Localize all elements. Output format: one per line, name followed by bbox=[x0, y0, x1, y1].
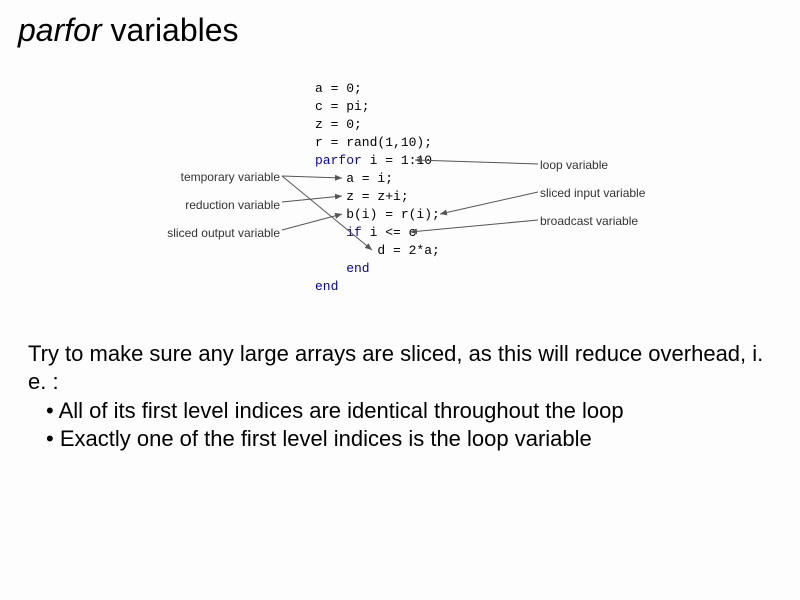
label-loop: loop variable bbox=[540, 158, 680, 172]
code-l4: r = rand(1,10); bbox=[315, 135, 432, 150]
code-l1: a = 0; bbox=[315, 81, 362, 96]
bullet-2: Exactly one of the first level indices i… bbox=[28, 425, 772, 453]
code-l3: z = 0; bbox=[315, 117, 362, 132]
code-l5b: i = 1:10 bbox=[362, 153, 432, 168]
code-l8: b(i) = r(i); bbox=[315, 207, 440, 222]
code-l12: end bbox=[315, 279, 338, 294]
body-paragraph: Try to make sure any large arrays are sl… bbox=[28, 340, 772, 395]
code-block: a = 0; c = pi; z = 0; r = rand(1,10); pa… bbox=[315, 80, 440, 296]
code-l10: d = 2*a; bbox=[315, 243, 440, 258]
code-l11: end bbox=[315, 261, 370, 276]
labels-right: loop variable sliced input variable broa… bbox=[540, 158, 680, 242]
body-bullets: All of its first level indices are ident… bbox=[28, 397, 772, 452]
label-reduction: reduction variable bbox=[140, 198, 280, 212]
label-sliced-input: sliced input variable bbox=[540, 186, 680, 200]
code-l7: z = z+i; bbox=[315, 189, 409, 204]
labels-left: temporary variable reduction variable sl… bbox=[140, 170, 280, 254]
code-l5a: parfor bbox=[315, 153, 362, 168]
code-diagram: a = 0; c = pi; z = 0; r = rand(1,10); pa… bbox=[140, 80, 660, 310]
bullet-1: All of its first level indices are ident… bbox=[28, 397, 772, 425]
label-broadcast: broadcast variable bbox=[540, 214, 680, 228]
code-l6: a = i; bbox=[315, 171, 393, 186]
code-l2: c = pi; bbox=[315, 99, 370, 114]
body-text: Try to make sure any large arrays are sl… bbox=[28, 340, 772, 452]
slide-title: parfor variables bbox=[18, 12, 239, 49]
label-temporary: temporary variable bbox=[140, 170, 280, 184]
title-rest: variables bbox=[102, 12, 239, 48]
label-sliced-output: sliced output variable bbox=[140, 226, 280, 240]
title-keyword: parfor bbox=[18, 12, 102, 48]
code-l9b: i <= c bbox=[362, 225, 417, 240]
code-l9a: if bbox=[315, 225, 362, 240]
